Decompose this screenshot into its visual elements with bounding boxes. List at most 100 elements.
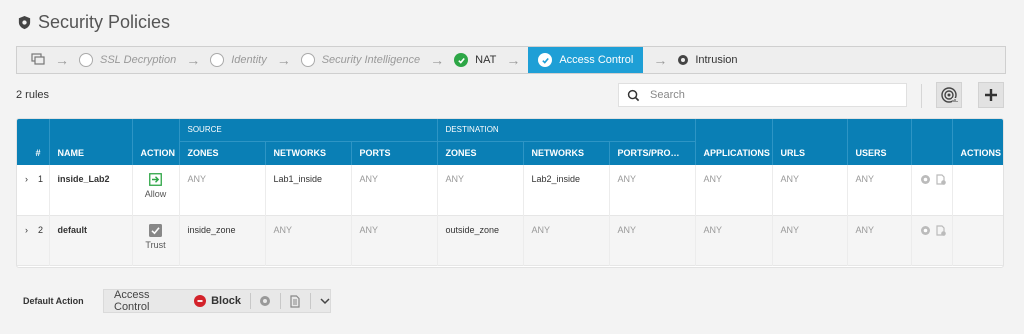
step-intrusion[interactable]: Intrusion <box>677 47 738 73</box>
default-action-label: Default Action <box>23 296 84 306</box>
source-ports-cell: ANY <box>351 215 438 265</box>
row-actions-cell[interactable] <box>952 165 1003 215</box>
chevron-right-icon[interactable]: › <box>25 174 28 184</box>
table-row[interactable]: › 2 default Trust inside_zone ANY ANY out… <box>17 215 1003 265</box>
step-ssl-decryption[interactable]: SSL Decryption <box>79 47 176 73</box>
column-header-num: # <box>17 141 50 165</box>
rule-count: 2 rules <box>16 89 50 101</box>
target-icon <box>940 86 958 104</box>
column-header-source-zones: ZONES <box>179 141 266 165</box>
logging-icon[interactable] <box>289 294 301 308</box>
rule-options-cell <box>911 215 953 265</box>
arrow-right-icon: → <box>653 52 668 68</box>
arrow-right-icon: → <box>55 52 69 68</box>
rules-table: SOURCE DESTINATION # NAME ACTION ZONES N… <box>16 118 1004 268</box>
check-circle-icon <box>454 53 469 67</box>
divider <box>310 293 311 309</box>
header-spacer <box>952 119 1003 141</box>
header-spacer <box>49 119 133 141</box>
column-header-spacer <box>911 141 953 165</box>
overview-icon <box>31 52 45 68</box>
table-row[interactable]: › 1 inside_Lab2 Allow ANY Lab1_inside ANY… <box>17 165 1003 215</box>
source-group-header: SOURCE <box>179 119 438 142</box>
pending-circle-icon <box>79 53 93 67</box>
row-number: 2 <box>38 224 44 235</box>
source-ports-cell: ANY <box>351 165 438 215</box>
row-actions-cell[interactable] <box>952 215 1003 265</box>
column-header-action: ACTION <box>132 141 180 165</box>
step-label: Access Control <box>559 54 634 66</box>
source-networks-cell: ANY <box>265 215 352 265</box>
shield-icon <box>16 14 32 30</box>
step-nat[interactable]: NAT <box>454 47 496 73</box>
policy-overview-step[interactable] <box>17 47 45 73</box>
applications-cell: ANY <box>695 215 773 265</box>
arrow-right-icon: → <box>506 52 521 68</box>
action-cell[interactable]: Allow <box>132 165 180 215</box>
step-identity[interactable]: Identity <box>210 47 267 73</box>
default-action-policy: Access Control <box>114 289 150 313</box>
arrow-right-icon: → <box>430 52 445 68</box>
default-action-box[interactable]: Access Control Block <box>103 289 331 313</box>
column-header-dest-ports: PORTS/PRO… <box>609 141 696 165</box>
rule-options-cell <box>911 165 953 215</box>
source-networks-cell: Lab1_inside <box>265 165 352 215</box>
add-rule-button[interactable] <box>978 82 1004 108</box>
source-zones-cell: inside_zone <box>179 215 266 265</box>
column-header-source-ports: PORTS <box>351 141 438 165</box>
dest-zones-cell: ANY <box>437 165 524 215</box>
plus-icon <box>984 88 998 102</box>
block-icon <box>194 295 207 307</box>
page-title-text: Security Policies <box>38 11 171 32</box>
action-label: Allow <box>144 189 167 199</box>
logging-icon[interactable] <box>935 174 946 187</box>
urls-cell: ANY <box>772 165 848 215</box>
logging-icon[interactable] <box>935 224 946 238</box>
column-header-applications: APPLICATIONS <box>695 141 773 165</box>
dest-ports-cell: ANY <box>609 165 696 215</box>
arrow-right-icon: → <box>186 52 201 68</box>
divider <box>280 293 281 309</box>
step-access-control[interactable]: Access Control <box>528 47 644 73</box>
rule-name[interactable]: inside_Lab2 <box>49 165 133 215</box>
rule-name[interactable]: default <box>49 215 133 265</box>
column-header-source-networks: NETWORKS <box>265 141 352 165</box>
pending-circle-icon <box>210 53 225 67</box>
header-spacer <box>695 119 773 141</box>
column-header-urls: URLS <box>772 141 848 165</box>
intrusion-policy-icon[interactable] <box>259 295 271 307</box>
header-spacer <box>132 119 180 141</box>
toolbar-divider <box>921 84 922 108</box>
default-action-value: Block <box>211 295 242 307</box>
search-icon <box>627 89 640 102</box>
intrusion-policy-icon[interactable] <box>920 174 931 187</box>
step-label: Intrusion <box>695 54 738 66</box>
destination-group-header: DESTINATION <box>437 119 696 142</box>
dest-networks-cell: Lab2_inside <box>523 165 610 215</box>
users-cell: ANY <box>847 215 912 265</box>
chevron-down-icon[interactable] <box>320 297 330 305</box>
step-label: NAT <box>475 54 497 66</box>
row-number: 1 <box>38 174 44 184</box>
pending-circle-icon <box>300 53 315 67</box>
chevron-right-icon[interactable]: › <box>25 225 28 235</box>
divider <box>250 293 252 309</box>
header-spacer <box>772 119 848 141</box>
action-label: Trust <box>145 239 166 250</box>
row-number-cell: › 2 <box>17 215 50 265</box>
page-title: Security Policies <box>16 10 170 34</box>
intrusion-policy-icon[interactable] <box>920 225 931 238</box>
arrow-right-icon: → <box>276 52 291 68</box>
row-number-cell: › 1 <box>17 165 50 215</box>
trust-icon <box>149 223 162 237</box>
column-header-name: NAME <box>49 141 133 165</box>
check-circle-icon <box>538 53 553 67</box>
step-security-intelligence[interactable]: Security Intelligence <box>300 47 420 73</box>
policy-hit-count-button[interactable] <box>936 82 962 108</box>
action-cell[interactable]: Trust <box>132 215 180 265</box>
column-header-users: USERS <box>847 141 912 165</box>
search-input[interactable] <box>650 89 890 101</box>
header-spacer <box>847 119 912 141</box>
step-label: SSL Decryption <box>100 54 177 66</box>
header-spacer <box>911 119 953 141</box>
